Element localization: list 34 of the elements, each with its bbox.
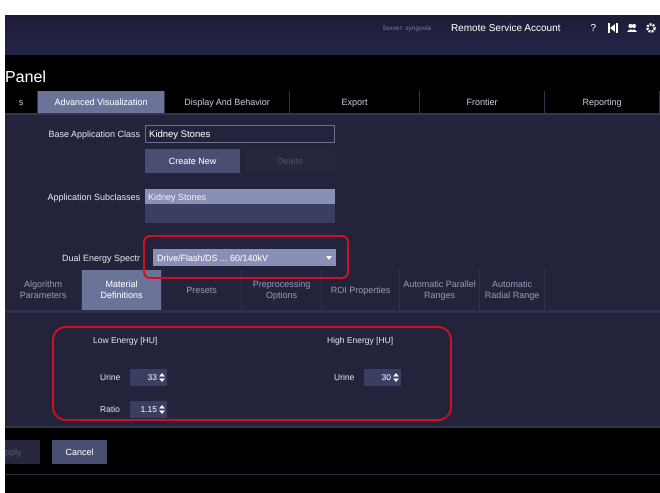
caret-icon [326,256,332,260]
sub-tab[interactable]: Preprocessing Options [242,270,322,310]
field-label: Base Application Class [47,129,140,139]
field-label: Dual Energy Spectr [60,252,140,262]
tab[interactable]: Display And Behavior [165,91,290,113]
cancel-button[interactable]: Cancel [52,440,107,464]
spin-field[interactable]: 1.15 [130,400,167,418]
settings-icon[interactable] [646,23,656,33]
column-title: High Energy [HU] [327,335,394,347]
field-label: Urine [334,372,354,382]
field-label: Urine [100,372,120,382]
sub-tab[interactable]: Automatic Radial Range [480,270,545,310]
sub-tab[interactable]: Automatic Parallel Ranges [400,270,480,310]
tab[interactable]: Export [290,91,420,113]
account-name: Remote Service Account [450,22,560,34]
column-title: Low Energy [HU] [93,335,158,347]
help-button[interactable]: ? [590,22,596,34]
sub-tab[interactable]: Presets [162,270,242,310]
field-label: Application Subclasses [46,192,140,202]
create-new-button[interactable]: Create New [145,149,240,173]
spin-field[interactable]: 33 [130,368,167,386]
sub-tab[interactable]: Material Definitions [82,270,162,310]
spinner-icon[interactable] [393,372,399,382]
spinner-icon[interactable] [159,372,165,382]
tab[interactable]: Advanced Visualization [38,91,165,113]
spin-field[interactable]: 30 [364,368,401,386]
field-label: Ratio [100,404,120,414]
users-icon[interactable] [627,23,637,33]
sub-tab[interactable]: ROI Properties [322,270,400,310]
spinner-icon[interactable] [159,404,165,414]
base-class-field[interactable]: Kidney Stones [145,125,335,143]
tab[interactable]: Reporting [545,91,660,113]
tab[interactable]: Frontier [420,91,545,113]
panel-title: Panel [5,69,46,86]
